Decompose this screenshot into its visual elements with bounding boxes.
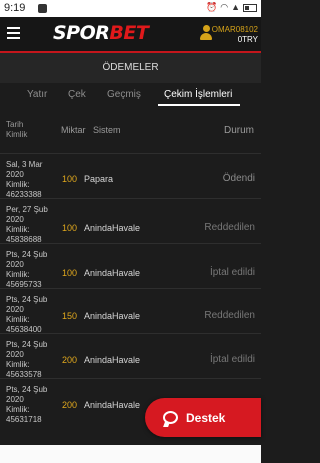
row-date-id: Pts, 24 Şub 2020 Kimlik: 45638400 — [6, 295, 62, 332]
alarm-icon: ⏰ — [206, 2, 218, 12]
wifi-icon: ◠ — [220, 2, 229, 12]
username[interactable]: OMAR08102 — [212, 25, 258, 34]
row-id-label: Kimlik: — [6, 315, 30, 324]
row-date: Per, 27 Şub 2020 — [6, 205, 48, 224]
row-status: İptal edildi — [209, 354, 255, 365]
row-system: Papara — [84, 174, 114, 184]
status-time: 9:19 — [4, 2, 26, 14]
row-amount: 200 — [62, 400, 78, 410]
notification-icon — [38, 4, 47, 13]
logo-text-red: BET — [109, 22, 149, 44]
status-bar: 9:19 ⏰ ◠ ▲ — [0, 0, 261, 17]
header-kimlik: Kimlik — [6, 130, 28, 139]
support-button[interactable]: Destek — [145, 398, 261, 437]
row-id-label: Kimlik: — [6, 360, 30, 369]
header-miktar: Miktar — [61, 125, 86, 135]
row-amount: 200 — [62, 355, 78, 365]
row-amount: 100 — [62, 223, 78, 233]
row-system: AnindaHavale — [84, 223, 141, 233]
support-label: Destek — [186, 410, 226, 425]
row-id: 45633578 — [6, 370, 42, 377]
row-system: AnindaHavale — [84, 400, 141, 410]
row-status: Reddedilen — [204, 310, 255, 321]
row-amount: 100 — [62, 174, 78, 184]
row-date-id: Pts, 24 Şub 2020 Kimlik: 45633578 — [6, 340, 62, 377]
table-row[interactable]: Pts, 24 Şub 2020 Kimlik: 45695733 100 An… — [0, 243, 261, 287]
header-durum: Durum — [223, 125, 254, 136]
payment-tabs: Yatır Çek Geçmiş Çekim İşlemleri — [0, 83, 261, 109]
row-amount: 150 — [62, 311, 78, 321]
row-id: 45695733 — [6, 280, 42, 287]
row-id: 45631718 — [6, 415, 42, 424]
battery-icon — [243, 3, 257, 12]
row-date-id: Sal, 3 Mar 2020 Kimlik: 46233388 — [6, 160, 62, 197]
row-date-id: Pts, 24 Şub 2020 Kimlik: 45695733 — [6, 250, 62, 287]
status-icons: ⏰ ◠ ▲ — [206, 2, 257, 13]
row-date: Pts, 24 Şub 2020 — [6, 250, 48, 269]
table-row[interactable]: Sal, 3 Mar 2020 Kimlik: 46233388 100 Pap… — [0, 153, 261, 197]
signal-icon: ▲ — [231, 2, 240, 12]
row-date: Pts, 24 Şub 2020 — [6, 295, 48, 314]
user-icon[interactable] — [200, 25, 212, 41]
row-amount: 100 — [62, 268, 78, 278]
row-date: Sal, 3 Mar 2020 — [6, 160, 43, 179]
row-date: Pts, 24 Şub 2020 — [6, 340, 48, 359]
balance: 0TRY — [237, 35, 258, 44]
row-system: AnindaHavale — [84, 311, 141, 321]
row-id-label: Kimlik: — [6, 270, 30, 279]
active-tab-indicator — [158, 104, 240, 106]
table-header: Tarih Kimlik Miktar Sistem Durum — [0, 113, 261, 153]
page-title: ÖDEMELER — [102, 62, 159, 73]
row-id-label: Kimlik: — [6, 225, 30, 234]
table-row[interactable]: Pts, 24 Şub 2020 Kimlik: 45633578 200 An… — [0, 333, 261, 377]
header-sistem: Sistem — [93, 125, 121, 135]
tab-yatir[interactable]: Yatır — [27, 89, 47, 100]
row-id-label: Kimlik: — [6, 180, 30, 189]
row-status: İptal edildi — [209, 267, 255, 278]
row-status: Reddedilen — [204, 222, 255, 233]
top-bar: SPORBET OMAR08102 0TRY — [0, 17, 261, 51]
row-id: 45638400 — [6, 325, 42, 332]
chat-bubble-icon — [163, 410, 180, 427]
row-date-id: Pts, 24 Şub 2020 Kimlik: 45631718 — [6, 385, 62, 425]
row-system: AnindaHavale — [84, 268, 141, 278]
page-header: ÖDEMELER — [0, 53, 261, 83]
tab-cek[interactable]: Çek — [68, 89, 86, 100]
row-id-label: Kimlik: — [6, 405, 30, 414]
table-row[interactable]: Pts, 24 Şub 2020 Kimlik: 45638400 150 An… — [0, 288, 261, 332]
hamburger-menu-icon[interactable] — [7, 27, 20, 39]
row-id: 45838688 — [6, 235, 42, 242]
tab-cekim-islemleri[interactable]: Çekim İşlemleri — [164, 89, 232, 100]
system-navigation-bar — [0, 445, 261, 463]
row-system: AnindaHavale — [84, 355, 141, 365]
row-status: Ödendi — [222, 173, 255, 184]
row-id: 46233388 — [6, 190, 42, 197]
logo-text-white: SPOR — [53, 22, 110, 44]
table-row[interactable]: Per, 27 Şub 2020 Kimlik: 45838688 100 An… — [0, 198, 261, 242]
tab-gecmis[interactable]: Geçmiş — [107, 89, 141, 100]
row-date-id: Per, 27 Şub 2020 Kimlik: 45838688 — [6, 205, 62, 242]
row-date: Pts, 24 Şub 2020 — [6, 385, 48, 404]
sporbet-logo[interactable]: SPORBET — [53, 22, 149, 44]
header-tarih: Tarih — [6, 120, 24, 129]
